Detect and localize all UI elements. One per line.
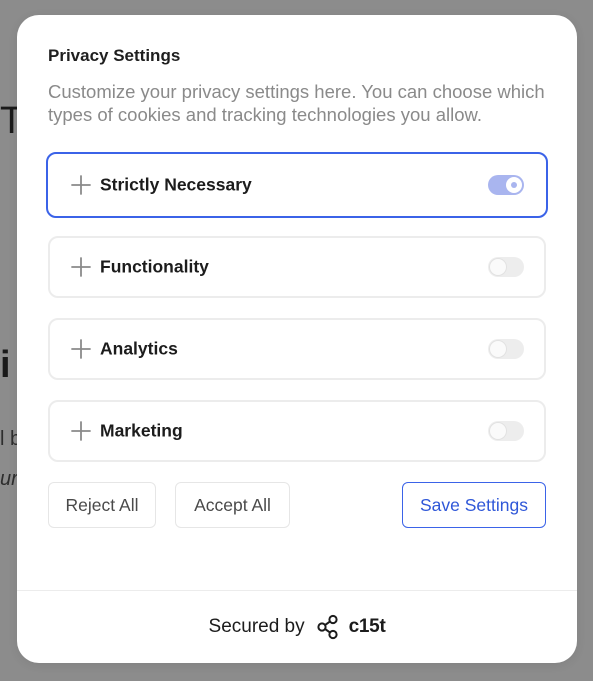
functionality-toggle[interactable] bbox=[488, 257, 524, 277]
strictly-necessary-toggle[interactable] bbox=[488, 175, 524, 195]
category-label: Functionality bbox=[100, 256, 209, 277]
dialog-title: Privacy Settings bbox=[48, 46, 181, 65]
dialog-footer: Secured by c15t bbox=[17, 590, 577, 663]
background-text-fragment: ur bbox=[0, 468, 18, 490]
dialog-description: Customize your privacy settings here. Yo… bbox=[48, 81, 545, 125]
category-strictly-necessary[interactable]: Strictly Necessary bbox=[46, 152, 548, 218]
toggle-knob bbox=[490, 341, 506, 357]
category-label: Analytics bbox=[100, 338, 178, 359]
share-nodes-icon bbox=[315, 614, 341, 640]
plus-icon[interactable] bbox=[70, 338, 92, 360]
toggle-knob bbox=[490, 423, 506, 439]
save-settings-button[interactable]: Save Settings bbox=[402, 482, 546, 528]
category-analytics[interactable]: Analytics bbox=[48, 318, 546, 380]
reject-all-button[interactable]: Reject All bbox=[48, 482, 156, 528]
category-list: Strictly Necessary Functionality Analyti… bbox=[46, 152, 548, 462]
plus-icon[interactable] bbox=[70, 420, 92, 442]
plus-icon[interactable] bbox=[70, 174, 92, 196]
dialog-body: Privacy Settings Customize your privacy … bbox=[17, 15, 577, 528]
brand-name[interactable]: c15t bbox=[349, 616, 386, 638]
category-marketing[interactable]: Marketing bbox=[48, 400, 546, 462]
plus-icon[interactable] bbox=[70, 256, 92, 278]
toggle-knob bbox=[490, 259, 506, 275]
analytics-toggle[interactable] bbox=[488, 339, 524, 359]
dialog-actions: Reject All Accept All Save Settings bbox=[48, 482, 546, 528]
marketing-toggle[interactable] bbox=[488, 421, 524, 441]
privacy-settings-dialog: Privacy Settings Customize your privacy … bbox=[17, 15, 577, 663]
category-functionality[interactable]: Functionality bbox=[48, 236, 546, 298]
background-heading-fragment: i bbox=[0, 344, 11, 386]
toggle-knob bbox=[506, 177, 522, 193]
category-label: Marketing bbox=[100, 420, 183, 441]
category-label: Strictly Necessary bbox=[100, 174, 252, 195]
accept-all-button[interactable]: Accept All bbox=[175, 482, 290, 528]
secured-by-text: Secured by bbox=[208, 616, 305, 637]
